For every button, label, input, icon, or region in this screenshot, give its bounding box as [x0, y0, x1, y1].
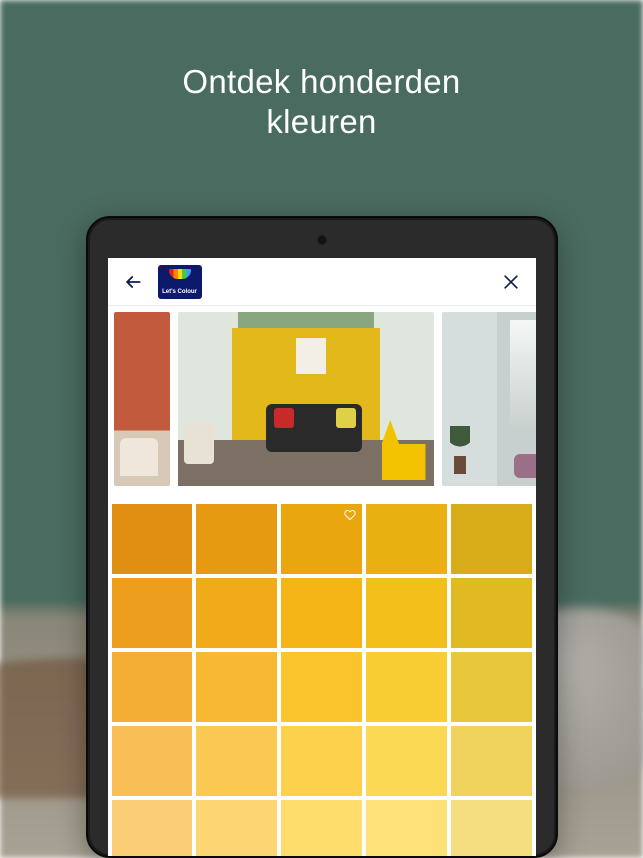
inspiration-photo-row[interactable]: [108, 306, 536, 492]
color-swatch[interactable]: [196, 504, 277, 574]
headline-line-1: Ontdek honderden: [0, 62, 643, 102]
color-swatch[interactable]: [451, 504, 532, 574]
color-swatch[interactable]: [366, 504, 447, 574]
color-swatch[interactable]: [112, 504, 193, 574]
color-swatch[interactable]: [451, 652, 532, 722]
color-swatch[interactable]: [451, 726, 532, 796]
color-swatch[interactable]: [281, 578, 362, 648]
palette-content: [108, 306, 536, 856]
x-icon: [501, 272, 521, 292]
color-swatch-grid: [108, 500, 536, 856]
color-swatch[interactable]: [366, 800, 447, 856]
color-swatch[interactable]: [366, 578, 447, 648]
brand-logo[interactable]: Let's Colour: [158, 265, 202, 299]
back-button[interactable]: [118, 267, 148, 297]
color-swatch[interactable]: [281, 726, 362, 796]
app-bar: Let's Colour: [108, 258, 536, 306]
inspiration-photo[interactable]: [178, 312, 434, 486]
tablet-frame: Let's Colour: [86, 216, 558, 858]
color-swatch[interactable]: [196, 578, 277, 648]
color-swatch[interactable]: [196, 726, 277, 796]
color-swatch[interactable]: [196, 652, 277, 722]
color-swatch[interactable]: [281, 800, 362, 856]
headline-line-2: kleuren: [0, 102, 643, 142]
tablet-camera: [317, 235, 327, 245]
promo-headline: Ontdek honderden kleuren: [0, 62, 643, 141]
color-swatch[interactable]: [112, 800, 193, 856]
inspiration-photo[interactable]: [114, 312, 170, 486]
color-swatch[interactable]: [112, 726, 193, 796]
heart-icon[interactable]: [344, 508, 356, 520]
app-screen: Let's Colour: [108, 258, 536, 856]
color-swatch[interactable]: [281, 652, 362, 722]
close-button[interactable]: [496, 267, 526, 297]
arrow-left-icon: [123, 272, 143, 292]
color-swatch[interactable]: [366, 726, 447, 796]
color-swatch[interactable]: [112, 578, 193, 648]
color-swatch[interactable]: [366, 652, 447, 722]
color-swatch[interactable]: [281, 504, 362, 574]
color-swatch[interactable]: [451, 800, 532, 856]
brand-logo-text: Let's Colour: [162, 289, 197, 295]
color-swatch[interactable]: [451, 578, 532, 648]
color-swatch[interactable]: [196, 800, 277, 856]
color-swatch[interactable]: [112, 652, 193, 722]
inspiration-photo[interactable]: [442, 312, 536, 486]
